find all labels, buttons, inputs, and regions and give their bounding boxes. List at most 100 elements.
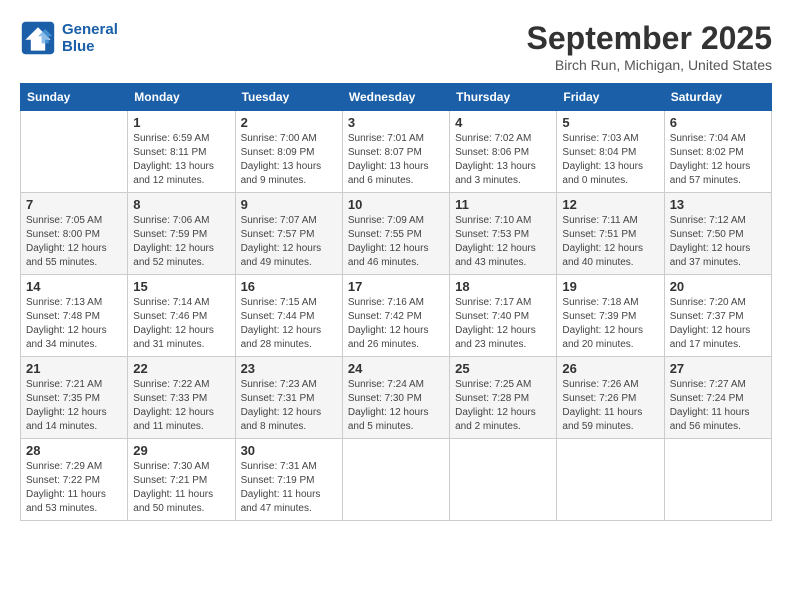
day-number: 19	[562, 279, 658, 294]
calendar-cell: 6Sunrise: 7:04 AM Sunset: 8:02 PM Daylig…	[664, 111, 771, 193]
day-number: 25	[455, 361, 551, 376]
day-number: 23	[241, 361, 337, 376]
day-number: 15	[133, 279, 229, 294]
calendar-cell: 9Sunrise: 7:07 AM Sunset: 7:57 PM Daylig…	[235, 193, 342, 275]
day-info: Sunrise: 7:27 AM Sunset: 7:24 PM Dayligh…	[670, 378, 766, 434]
calendar-cell: 22Sunrise: 7:22 AM Sunset: 7:33 PM Dayli…	[128, 357, 235, 439]
day-info: Sunrise: 7:26 AM Sunset: 7:26 PM Dayligh…	[562, 378, 658, 434]
day-number: 14	[26, 279, 122, 294]
day-info: Sunrise: 7:00 AM Sunset: 8:09 PM Dayligh…	[241, 132, 337, 188]
day-info: Sunrise: 7:18 AM Sunset: 7:39 PM Dayligh…	[562, 296, 658, 352]
day-info: Sunrise: 7:02 AM Sunset: 8:06 PM Dayligh…	[455, 132, 551, 188]
day-info: Sunrise: 7:24 AM Sunset: 7:30 PM Dayligh…	[348, 378, 444, 434]
day-number: 29	[133, 443, 229, 458]
day-number: 2	[241, 115, 337, 130]
day-info: Sunrise: 7:15 AM Sunset: 7:44 PM Dayligh…	[241, 296, 337, 352]
day-info: Sunrise: 7:12 AM Sunset: 7:50 PM Dayligh…	[670, 214, 766, 270]
calendar-cell: 13 Sunrise: 7:12 AM Sunset: 7:50 PM Dayli…	[664, 193, 771, 275]
calendar-cell: 27Sunrise: 7:27 AM Sunset: 7:24 PM Dayli…	[664, 357, 771, 439]
day-number: 10	[348, 197, 444, 212]
calendar-cell: 24 Sunrise: 7:24 AM Sunset: 7:30 PM Dayli…	[342, 357, 449, 439]
title-block: September 2025 Birch Run, Michigan, Unit…	[527, 20, 772, 73]
calendar-cell: 4 Sunrise: 7:02 AM Sunset: 8:06 PM Daylig…	[450, 111, 557, 193]
calendar-cell: 29Sunrise: 7:30 AM Sunset: 7:21 PM Dayli…	[128, 439, 235, 521]
day-info: Sunrise: 7:10 AM Sunset: 7:53 PM Dayligh…	[455, 214, 551, 270]
day-info: Sunrise: 7:01 AM Sunset: 8:07 PM Dayligh…	[348, 132, 444, 188]
weekday-header: Friday	[557, 84, 664, 111]
day-info: Sunrise: 7:17 AM Sunset: 7:40 PM Dayligh…	[455, 296, 551, 352]
day-info: Sunrise: 7:13 AM Sunset: 7:48 PM Dayligh…	[26, 296, 122, 352]
calendar-cell: 12 Sunrise: 7:11 AM Sunset: 7:51 PM Dayli…	[557, 193, 664, 275]
day-number: 24	[348, 361, 444, 376]
calendar-cell: 23 Sunrise: 7:23 AM Sunset: 7:31 PM Dayli…	[235, 357, 342, 439]
calendar-week-row: 21 Sunrise: 7:21 AM Sunset: 7:35 PM Dayli…	[21, 357, 772, 439]
day-info: Sunrise: 7:29 AM Sunset: 7:22 PM Dayligh…	[26, 460, 122, 516]
day-info: Sunrise: 7:20 AM Sunset: 7:37 PM Dayligh…	[670, 296, 766, 352]
calendar-cell	[342, 439, 449, 521]
day-number: 26	[562, 361, 658, 376]
calendar-cell	[21, 111, 128, 193]
day-number: 1	[133, 115, 229, 130]
day-number: 5	[562, 115, 658, 130]
calendar-cell: 5 Sunrise: 7:03 AM Sunset: 8:04 PM Daylig…	[557, 111, 664, 193]
day-number: 4	[455, 115, 551, 130]
day-info: Sunrise: 7:11 AM Sunset: 7:51 PM Dayligh…	[562, 214, 658, 270]
logo-text: General Blue	[62, 21, 118, 55]
day-number: 3	[348, 115, 444, 130]
calendar-cell: 10 Sunrise: 7:09 AM Sunset: 7:55 PM Dayli…	[342, 193, 449, 275]
day-number: 28	[26, 443, 122, 458]
calendar-week-row: 14 Sunrise: 7:13 AM Sunset: 7:48 PM Dayli…	[21, 275, 772, 357]
day-number: 18	[455, 279, 551, 294]
calendar-cell: 3 Sunrise: 7:01 AM Sunset: 8:07 PM Daylig…	[342, 111, 449, 193]
logo: General Blue	[20, 20, 118, 56]
calendar-cell: 28 Sunrise: 7:29 AM Sunset: 7:22 PM Dayli…	[21, 439, 128, 521]
day-info: Sunrise: 7:23 AM Sunset: 7:31 PM Dayligh…	[241, 378, 337, 434]
day-info: Sunrise: 7:09 AM Sunset: 7:55 PM Dayligh…	[348, 214, 444, 270]
day-info: Sunrise: 7:05 AM Sunset: 8:00 PM Dayligh…	[26, 214, 122, 270]
calendar-cell: 25 Sunrise: 7:25 AM Sunset: 7:28 PM Dayli…	[450, 357, 557, 439]
page-header: General Blue September 2025 Birch Run, M…	[20, 20, 772, 73]
calendar-cell: 8 Sunrise: 7:06 AM Sunset: 7:59 PM Daylig…	[128, 193, 235, 275]
day-info: Sunrise: 7:06 AM Sunset: 7:59 PM Dayligh…	[133, 214, 229, 270]
weekday-header: Wednesday	[342, 84, 449, 111]
calendar-cell: 15 Sunrise: 7:14 AM Sunset: 7:46 PM Dayli…	[128, 275, 235, 357]
day-info: Sunrise: 7:14 AM Sunset: 7:46 PM Dayligh…	[133, 296, 229, 352]
day-number: 20	[670, 279, 766, 294]
day-number: 30	[241, 443, 337, 458]
calendar-cell	[450, 439, 557, 521]
day-info: Sunrise: 7:25 AM Sunset: 7:28 PM Dayligh…	[455, 378, 551, 434]
day-info: Sunrise: 7:22 AM Sunset: 7:33 PM Dayligh…	[133, 378, 229, 434]
weekday-header-row: SundayMondayTuesdayWednesdayThursdayFrid…	[21, 84, 772, 111]
weekday-header: Tuesday	[235, 84, 342, 111]
calendar-cell: 20 Sunrise: 7:20 AM Sunset: 7:37 PM Dayli…	[664, 275, 771, 357]
day-info: Sunrise: 7:21 AM Sunset: 7:35 PM Dayligh…	[26, 378, 122, 434]
weekday-header: Sunday	[21, 84, 128, 111]
calendar-cell: 18 Sunrise: 7:17 AM Sunset: 7:40 PM Dayli…	[450, 275, 557, 357]
calendar-cell: 7Sunrise: 7:05 AM Sunset: 8:00 PM Daylig…	[21, 193, 128, 275]
weekday-header: Monday	[128, 84, 235, 111]
calendar-table: SundayMondayTuesdayWednesdayThursdayFrid…	[20, 83, 772, 521]
calendar-cell: 1Sunrise: 6:59 AM Sunset: 8:11 PM Daylig…	[128, 111, 235, 193]
day-number: 11	[455, 197, 551, 212]
day-info: Sunrise: 7:31 AM Sunset: 7:19 PM Dayligh…	[241, 460, 337, 516]
day-number: 12	[562, 197, 658, 212]
calendar-cell: 30 Sunrise: 7:31 AM Sunset: 7:19 PM Dayli…	[235, 439, 342, 521]
calendar-cell: 16Sunrise: 7:15 AM Sunset: 7:44 PM Dayli…	[235, 275, 342, 357]
weekday-header: Saturday	[664, 84, 771, 111]
calendar-week-row: 28 Sunrise: 7:29 AM Sunset: 7:22 PM Dayli…	[21, 439, 772, 521]
month-title: September 2025	[527, 20, 772, 57]
weekday-header: Thursday	[450, 84, 557, 111]
location: Birch Run, Michigan, United States	[527, 57, 772, 73]
day-number: 17	[348, 279, 444, 294]
day-info: Sunrise: 7:03 AM Sunset: 8:04 PM Dayligh…	[562, 132, 658, 188]
calendar-cell: 14 Sunrise: 7:13 AM Sunset: 7:48 PM Dayli…	[21, 275, 128, 357]
calendar-week-row: 7Sunrise: 7:05 AM Sunset: 8:00 PM Daylig…	[21, 193, 772, 275]
calendar-week-row: 1Sunrise: 6:59 AM Sunset: 8:11 PM Daylig…	[21, 111, 772, 193]
calendar-cell: 19 Sunrise: 7:18 AM Sunset: 7:39 PM Dayli…	[557, 275, 664, 357]
calendar-cell: 21 Sunrise: 7:21 AM Sunset: 7:35 PM Dayli…	[21, 357, 128, 439]
day-number: 13	[670, 197, 766, 212]
logo-icon	[20, 20, 56, 56]
day-number: 21	[26, 361, 122, 376]
calendar-cell	[557, 439, 664, 521]
day-number: 8	[133, 197, 229, 212]
